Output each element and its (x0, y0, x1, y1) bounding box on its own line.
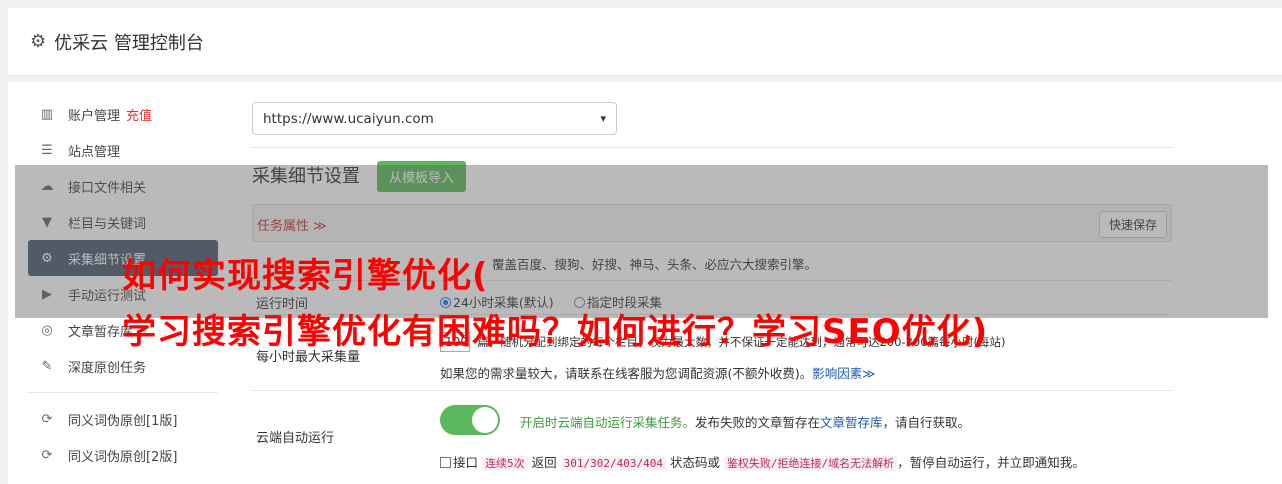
sidebar-item-deep-original[interactable]: ✎ 深度原创任务 (28, 348, 218, 384)
sidebar-item-synonym-v2[interactable]: ⟳ 同义词伪原创[2版] (28, 437, 218, 473)
sidebar-item-label: 同义词伪原创[2版] (68, 449, 178, 465)
article-store-link[interactable]: 文章暂存库 (820, 415, 883, 430)
factors-link[interactable]: 影响因素≫ (812, 366, 875, 381)
divider (252, 390, 1172, 391)
sidebar-item-label: 账户管理 (68, 108, 121, 124)
sidebar-item-label: 站点管理 (68, 144, 121, 160)
database-icon: ◎ (41, 322, 53, 338)
interface-notify-row: 接口 连续5次 返回 301/302/403/404 状态码或 鉴权失败/拒绝连… (440, 452, 1085, 471)
sidebar-item-synonym-v1[interactable]: ⟳ 同义词伪原创[1版] (28, 401, 218, 437)
iface-text-a: 接口 (453, 455, 479, 470)
sidebar-item-label: 深度原创任务 (68, 360, 147, 376)
watermark-line-1: 如何实现搜索引擎优化( (122, 256, 489, 296)
site-select-value: https://www.ucaiyun.com (263, 110, 434, 127)
edit-icon: ✎ (41, 358, 53, 374)
cloud-run-toggle[interactable] (440, 405, 500, 435)
sidebar-item-account[interactable]: ▥ 账户管理 充值 (28, 96, 218, 132)
contact-text: 如果您的需求量较大，请联系在线客服为您调配资源(不额外收费)。 (440, 366, 813, 381)
cloud-run-label: 云端自动运行 (256, 431, 335, 446)
iface-code-2: 301/302/403/404 (560, 456, 666, 471)
cloud-run-green-text: 开启时云端自动运行采集任务。 (520, 415, 696, 430)
interface-notify-checkbox[interactable] (440, 457, 451, 468)
refresh-icon: ⟳ (41, 411, 53, 427)
chevron-down-icon: ▾ (600, 112, 606, 125)
iface-code-3: 鉴权失败/拒绝连接/域名无法解析 (723, 456, 898, 471)
refresh-icon: ⟳ (41, 447, 53, 463)
sidebar-item-label: 同义词伪原创[1版] (68, 413, 178, 429)
site-select[interactable]: https://www.ucaiyun.com ▾ (252, 102, 617, 135)
header-bar: ⚙ 优采云 管理控制台 (8, 8, 1282, 76)
iface-code-1: 连续5次 (482, 456, 528, 471)
contact-text-row: 如果您的需求量较大，请联系在线客服为您调配资源(不额外收费)。影响因素≫ (440, 363, 875, 382)
cloud-run-desc: 开启时云端自动运行采集任务。发布失败的文章暂存在文章暂存库，请自行获取。 (520, 412, 970, 431)
iface-text-d: ，暂停自动运行，并立即通知我。 (897, 455, 1085, 470)
cloud-run-text-2: ，请自行获取。 (882, 415, 971, 430)
sidebar-item-sites[interactable]: ☰ 站点管理 (28, 132, 218, 168)
bar-chart-icon: ▥ (40, 106, 54, 122)
divider (252, 147, 1172, 148)
server-icon: ☰ (41, 142, 53, 158)
recharge-link[interactable]: 充值 (126, 105, 152, 124)
gear-icon: ⚙ (30, 31, 47, 52)
watermark-line-2: 学习搜索引擎优化有困难吗？如何进行？学习SEO优化) (122, 312, 989, 352)
cloud-run-text-1: 发布失败的文章暂存在 (695, 415, 821, 430)
toggle-knob (472, 407, 498, 433)
iface-text-c: 状态码或 (669, 455, 720, 470)
iface-text-b: 返回 (531, 455, 557, 470)
page-title: 优采云 管理控制台 (54, 32, 204, 54)
sidebar-divider (28, 392, 218, 393)
